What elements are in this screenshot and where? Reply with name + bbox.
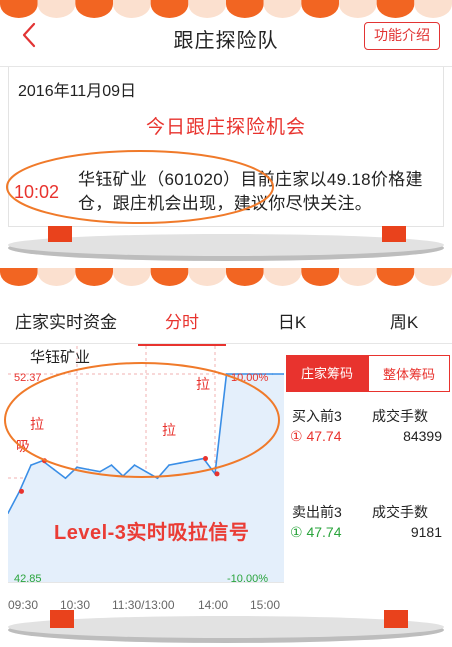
pct-low-label: -10.00% (227, 573, 268, 585)
nav-divider (0, 66, 452, 67)
buy-volume: 84399 (403, 428, 442, 444)
stand-decoration-bottom (8, 610, 444, 643)
canopy-scallop (113, 0, 151, 19)
opportunity-date: 2016年11月09日 (18, 83, 137, 100)
canopy-scallop (414, 268, 452, 286)
price-low-label: 42.85 (14, 573, 42, 585)
highlight-ellipse-chart (4, 362, 280, 478)
canopy-scallop (301, 268, 339, 286)
tab-dealer-chips[interactable]: 庄家筹码 (286, 355, 368, 392)
buy-price: ① 47.74 (290, 428, 342, 444)
tab-dealer-funds[interactable]: 庄家实时资金 (14, 308, 118, 333)
buy-top3-label: 买入前3 (292, 408, 342, 424)
sell-volume-label: 成交手数 (372, 504, 428, 520)
tab-intraday[interactable]: 分时 (146, 308, 218, 333)
sell-volume: 9181 (410, 524, 442, 540)
tab-daily-k[interactable]: 日K (256, 308, 328, 333)
canopy-scallop (414, 0, 452, 18)
canopy-scallop (339, 0, 377, 18)
canopy-scallop (263, 0, 302, 19)
canopy-scallop (376, 0, 415, 19)
canopy-scallop (226, 0, 264, 18)
tab-overall-chips[interactable]: 整体筹码 (368, 355, 450, 392)
canopy-scallop (226, 268, 264, 286)
canopy-scallop (75, 0, 113, 18)
chart-overlay-caption: Level-3实时吸拉信号 (54, 522, 250, 544)
canopy-scallop (150, 0, 189, 18)
canopy-scallop (263, 268, 302, 286)
function-intro-button[interactable]: 功能介绍 (364, 22, 440, 50)
canopy-scallop (188, 268, 226, 286)
canopy-scallop (113, 268, 151, 286)
canopy-scallop (37, 268, 76, 286)
canopy-scallop (37, 0, 76, 18)
canopy-scallop (75, 268, 113, 286)
opportunity-headline: 今日跟庄探险机会 (145, 117, 306, 138)
card-border (443, 67, 444, 227)
buy-volume-label: 成交手数 (372, 408, 428, 424)
canopy-scallop (301, 0, 339, 18)
canopy-scallop (339, 268, 377, 286)
highlight-ellipse (6, 150, 274, 224)
canopy-scallop (0, 0, 38, 18)
stand-decoration-top (8, 226, 444, 261)
canopy-scallop (0, 268, 38, 286)
canopy-scallop (150, 268, 189, 286)
canopy-scallop (188, 0, 226, 19)
canopy-decoration-top (0, 0, 452, 19)
sell-top3-label: 卖出前3 (292, 504, 342, 520)
tab-bar: 庄家实时资金 分时 日K 周K (0, 296, 452, 344)
canopy-decoration-middle (0, 268, 452, 286)
canopy-scallop (376, 268, 415, 286)
tab-weekly-k[interactable]: 周K (368, 308, 440, 333)
sell-price: ① 47.74 (290, 524, 342, 540)
signal-dot (19, 488, 24, 494)
